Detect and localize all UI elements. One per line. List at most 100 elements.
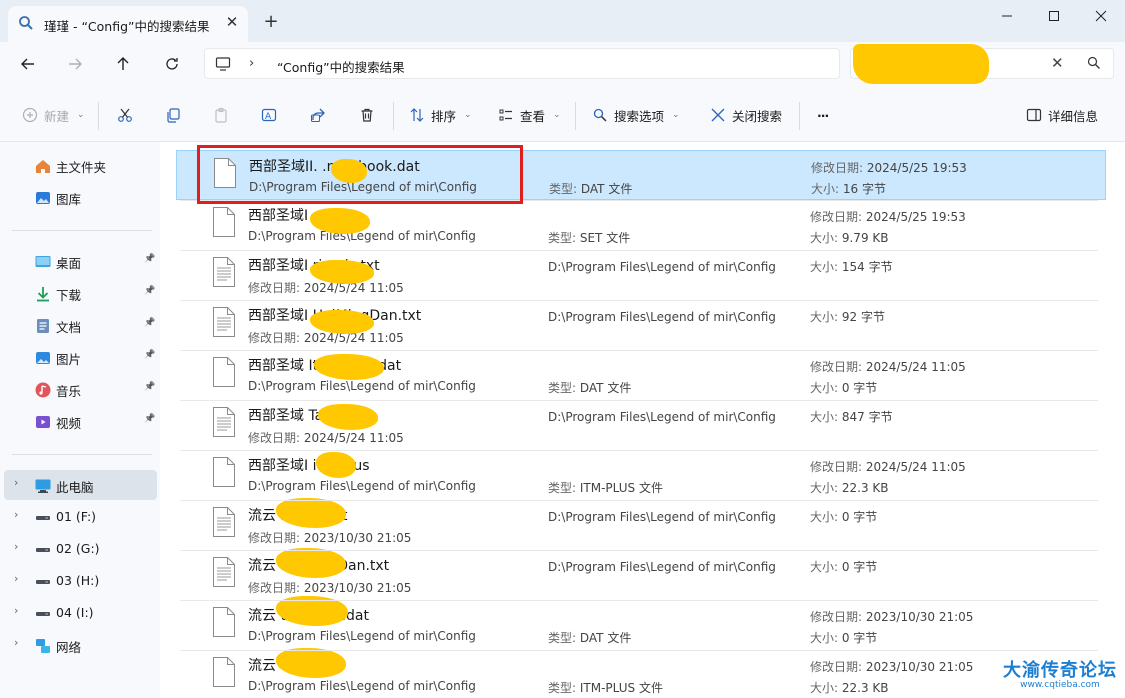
expand-chevron-icon[interactable]: ›	[14, 636, 18, 649]
delete-button[interactable]	[359, 102, 375, 128]
explorer-tab[interactable]: 瑾瑾 - “Config”中的搜索结果 ✕	[8, 6, 248, 42]
close-window-button[interactable]	[1078, 0, 1124, 32]
file-size: 大小: 154 字节	[810, 260, 893, 274]
divider	[393, 102, 394, 130]
drive-icon	[34, 605, 52, 626]
file-modified: 修改日期: 2023/10/30 21:05	[248, 581, 412, 595]
search-options-button[interactable]: 搜索选项 ⌄	[592, 102, 680, 128]
drive-icon	[34, 509, 52, 530]
sidebar-item[interactable]: › 04 (I:)	[4, 598, 157, 628]
divider	[180, 550, 1098, 551]
arrow-up-icon	[117, 57, 129, 70]
more-icon: ···	[817, 107, 829, 123]
search-input[interactable]: ✕	[850, 44, 1114, 84]
file-path: D:\Program Files\Legend of mir\Config	[248, 479, 476, 493]
file-modified: 修改日期: 2024/5/25 19:53	[810, 210, 966, 224]
expand-chevron-icon[interactable]: ›	[14, 604, 18, 617]
details-label: 详细信息	[1048, 108, 1099, 124]
new-tab-button[interactable]: +	[260, 11, 282, 33]
file-path: D:\Program Files\Legend of mir\Config	[248, 379, 476, 393]
sidebar-item[interactable]: 桌面 📌	[4, 246, 157, 276]
view-list-icon	[499, 109, 512, 121]
sidebar-item[interactable]: 下载 📌	[4, 278, 157, 308]
forward-button[interactable]	[60, 50, 90, 78]
clipboard-icon	[215, 107, 227, 123]
file-size: 大小: 847 字节	[810, 410, 893, 424]
file-row[interactable]: 流云 tm-plusD:\Program Files\Legend of mir…	[176, 648, 1106, 698]
file-row[interactable]: 流云 temFilter.datD:\Program Files\Legend …	[176, 596, 1106, 650]
search-icon[interactable]	[1087, 56, 1101, 73]
more-button[interactable]: ···	[817, 102, 829, 128]
file-modified: 修改日期: 2024/5/24 11:05	[248, 431, 404, 445]
file-icon	[212, 456, 236, 491]
file-row[interactable]: 西部圣域 Target.txt 修改日期: 2024/5/24 11:05 D:\P…	[176, 400, 1106, 450]
sidebar-item[interactable]: › 02 (G:)	[4, 534, 157, 564]
paste-button[interactable]	[213, 102, 229, 128]
sidebar-item[interactable]: › 此电脑	[4, 470, 157, 500]
file-row[interactable]: 西部圣域I HeiMingDan.txt修改日期: 2024/5/24 11:0…	[176, 300, 1106, 350]
sidebar-item[interactable]: 图片 📌	[4, 342, 157, 372]
sort-icon	[410, 108, 424, 122]
file-row[interactable]: 流云 riends.txt修改日期: 2023/10/30 21:05D:\Pr…	[176, 498, 1106, 550]
highlight-box	[197, 145, 523, 204]
details-pane-icon	[1026, 108, 1042, 122]
file-row[interactable]: 西部圣域I itm-plus D:\Program Files\Legend of…	[176, 450, 1106, 500]
gallery-icon	[34, 189, 52, 210]
file-type: 类型: DAT 文件	[548, 381, 632, 395]
divider	[180, 400, 1098, 401]
divider	[180, 650, 1098, 651]
file-row[interactable]: 西部圣域I riends.txt修改日期: 2024/5/24 11:05D:\…	[176, 250, 1106, 300]
sidebar-item[interactable]: 视频 📌	[4, 406, 157, 436]
details-button[interactable]: 详细信息	[1026, 102, 1098, 128]
view-button[interactable]: 查看 ⌄	[498, 102, 561, 128]
breadcrumb[interactable]: “Config”中的搜索结果	[277, 57, 405, 76]
close-tab-icon[interactable]: ✕	[221, 11, 243, 33]
file-type: 类型: DAT 文件	[549, 182, 633, 196]
file-size: 大小: 22.3 KB	[810, 481, 889, 495]
up-button[interactable]	[108, 50, 138, 78]
clear-search-icon[interactable]: ✕	[1051, 54, 1064, 72]
rename-icon: A	[261, 108, 277, 122]
copy-button[interactable]	[165, 102, 181, 128]
file-path: D:\Program Files\Legend of mir\Config	[548, 310, 776, 324]
file-size: 大小: 22.3 KB	[810, 681, 889, 695]
minimize-button[interactable]	[984, 0, 1030, 32]
address-field[interactable]: › “Config”中的搜索结果	[204, 48, 840, 79]
expand-chevron-icon[interactable]: ›	[14, 572, 18, 585]
sidebar-item[interactable]: 主文件夹	[4, 150, 157, 180]
new-button[interactable]: 新建 ⌄	[22, 102, 85, 128]
file-row[interactable]: 西部圣域I set D:\Program Files\Legend of mir\…	[176, 200, 1106, 250]
sidebar-item-label: 04 (I:)	[56, 605, 94, 620]
redaction-mark	[853, 44, 989, 84]
sidebar-item[interactable]: 图库	[4, 182, 157, 212]
file-path: D:\Program Files\Legend of mir\Config	[548, 510, 776, 524]
refresh-button[interactable]	[157, 50, 187, 78]
sidebar-item-label: 主文件夹	[56, 160, 107, 175]
rename-button[interactable]: A	[261, 102, 277, 128]
share-button[interactable]	[310, 102, 326, 128]
file-path: D:\Program Files\Legend of mir\Config	[248, 629, 476, 643]
back-button[interactable]	[13, 50, 43, 78]
sidebar-item[interactable]: › 网络	[4, 630, 157, 660]
sort-button[interactable]: 排序 ⌄	[409, 102, 472, 128]
file-path: D:\Program Files\Legend of mir\Config	[248, 229, 476, 243]
file-row[interactable]: 流云 HeiMingDan.txt修改日期: 2023/10/30 21:05D…	[176, 548, 1106, 600]
home-icon	[34, 157, 52, 178]
sidebar-item[interactable]: › 03 (H:)	[4, 566, 157, 596]
search-icon	[18, 15, 34, 34]
expand-chevron-icon[interactable]: ›	[14, 508, 18, 521]
sidebar-item[interactable]: 文档 📌	[4, 310, 157, 340]
close-search-button[interactable]: 关闭搜索	[710, 102, 782, 128]
file-type: 类型: ITM-PLUS 文件	[548, 681, 663, 695]
file-row[interactable]: 西部圣域 ItemFilter.datD:\Program Files\Lege…	[176, 350, 1106, 400]
file-size: 大小: 0 字节	[810, 510, 878, 524]
share-icon	[311, 108, 325, 122]
cut-button[interactable]	[117, 102, 133, 128]
file-size: 大小: 0 字节	[810, 560, 878, 574]
sidebar-item[interactable]: 音乐 📌	[4, 374, 157, 404]
plus-circle-icon	[22, 107, 38, 123]
expand-chevron-icon[interactable]: ›	[14, 476, 18, 489]
expand-chevron-icon[interactable]: ›	[14, 540, 18, 553]
sidebar-item[interactable]: › 01 (F:)	[4, 502, 157, 532]
maximize-button[interactable]	[1031, 0, 1077, 32]
